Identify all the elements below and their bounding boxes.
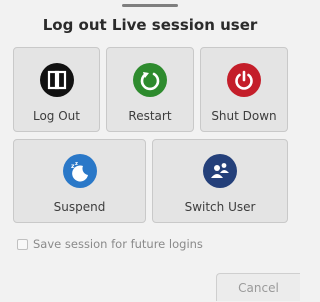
restart-button[interactable]: Restart xyxy=(106,47,194,132)
save-session-label: Save session for future logins xyxy=(33,237,203,251)
save-session-checkbox[interactable] xyxy=(17,238,28,250)
cancel-button[interactable]: Cancel xyxy=(216,273,300,301)
logout-label: Log Out xyxy=(32,109,80,123)
suspend-button[interactable]: z z Suspend xyxy=(13,139,146,223)
switch-user-button[interactable]: Switch User xyxy=(152,139,288,223)
moon-icon: z z xyxy=(62,154,97,188)
suspend-label: Suspend xyxy=(53,200,106,214)
switch-user-label: Switch User xyxy=(184,200,256,214)
logout-icon xyxy=(39,63,74,97)
svg-text:z: z xyxy=(75,161,78,167)
drag-handle[interactable] xyxy=(122,4,178,7)
shutdown-button[interactable]: Shut Down xyxy=(200,47,288,132)
restart-icon xyxy=(133,63,167,97)
switch-user-icon xyxy=(203,154,237,188)
logout-button[interactable]: Log Out xyxy=(13,47,100,132)
save-session-row[interactable]: Save session for future logins xyxy=(17,236,203,252)
shutdown-label: Shut Down xyxy=(211,109,277,123)
power-icon xyxy=(227,63,261,97)
dialog-title: Log out Live session user xyxy=(42,16,258,34)
restart-label: Restart xyxy=(128,109,172,123)
